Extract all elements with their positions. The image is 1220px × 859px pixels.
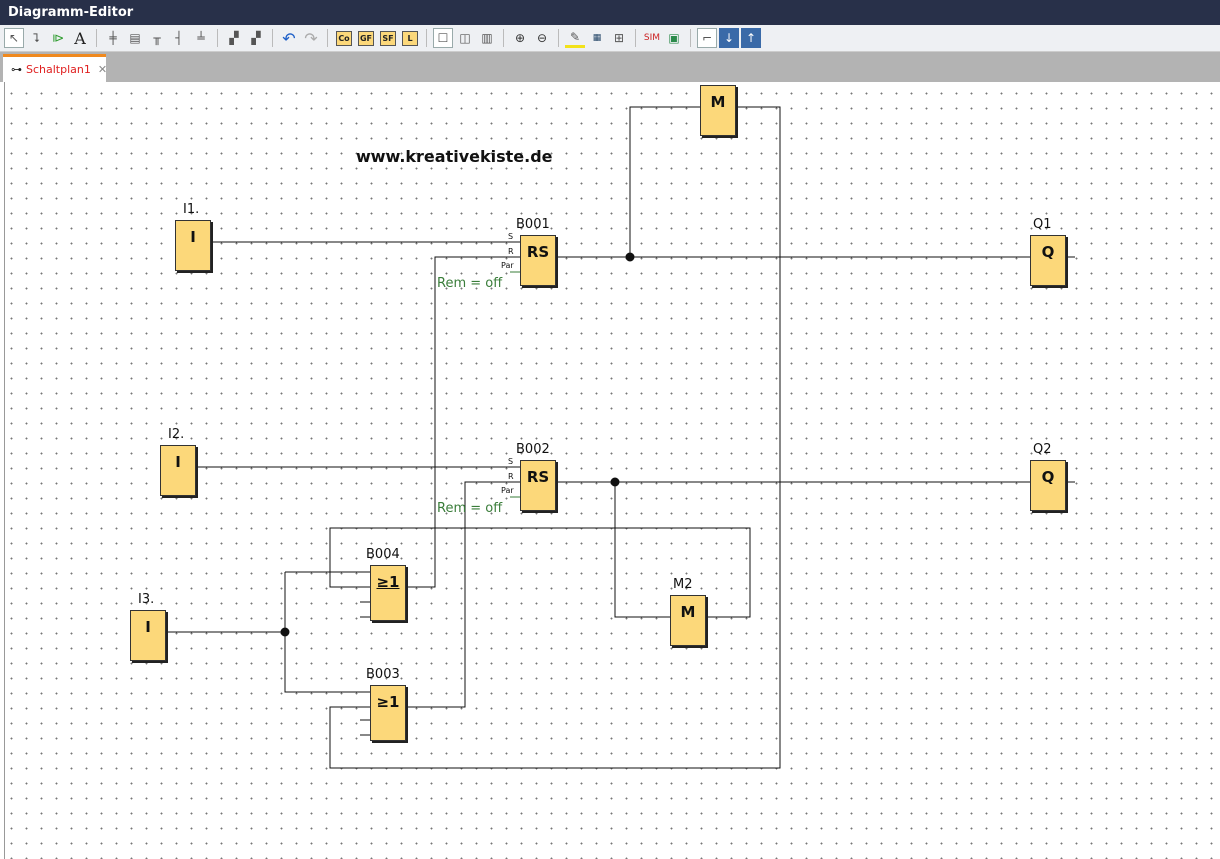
block-label: B002 bbox=[516, 442, 550, 457]
output-label: Q2 bbox=[1033, 442, 1052, 457]
divider bbox=[327, 29, 328, 47]
triple-view-icon[interactable]: ▥ bbox=[477, 28, 497, 48]
input-label: I3. bbox=[138, 592, 155, 607]
parameter-icon[interactable]: ⊞ bbox=[609, 28, 629, 48]
input-label: I2. bbox=[168, 427, 185, 442]
gf-block-button[interactable]: GF bbox=[356, 28, 376, 48]
marker-block-m[interactable]: M bbox=[700, 85, 736, 136]
connector-icon[interactable]: ⧐ bbox=[48, 28, 68, 48]
divider bbox=[558, 29, 559, 47]
divider bbox=[426, 29, 427, 47]
window-title: Diagramm-Editor bbox=[0, 0, 1220, 25]
pin-label: Par bbox=[501, 261, 514, 270]
tab-label: Schaltplan1 bbox=[26, 63, 91, 76]
sf-label: SF bbox=[380, 30, 396, 46]
pin-label: R bbox=[508, 472, 514, 481]
block-label: B003 bbox=[366, 667, 400, 682]
align-vcenter-icon[interactable]: ╧ bbox=[191, 28, 211, 48]
output-block-q1[interactable]: Q bbox=[1030, 235, 1066, 286]
split-view-icon[interactable]: ◫ bbox=[455, 28, 475, 48]
rs-block-b002[interactable]: RS bbox=[520, 460, 556, 511]
co-label: Co bbox=[336, 30, 352, 46]
divider bbox=[217, 29, 218, 47]
online-test-icon[interactable]: ▣ bbox=[664, 28, 684, 48]
numbering-icon[interactable]: ▦ bbox=[587, 28, 607, 48]
highlight-icon[interactable]: ✎ bbox=[565, 28, 585, 48]
zoom-out-icon[interactable]: ⊖ bbox=[532, 28, 552, 48]
tab-bar: ⊶ Schaltplan1 ✕ bbox=[0, 52, 1220, 82]
input-block-i3[interactable]: I bbox=[130, 610, 166, 661]
tab-schaltplan1[interactable]: ⊶ Schaltplan1 ✕ bbox=[3, 54, 107, 82]
send-back-icon[interactable]: ▞ bbox=[246, 28, 266, 48]
align-right-icon[interactable]: ▤ bbox=[125, 28, 145, 48]
close-icon[interactable]: ✕ bbox=[98, 63, 107, 76]
simulation-icon[interactable]: SIM bbox=[642, 28, 662, 48]
divider bbox=[690, 29, 691, 47]
divider bbox=[503, 29, 504, 47]
gf-label: GF bbox=[358, 30, 374, 46]
rs-block-b001[interactable]: RS bbox=[520, 235, 556, 286]
connect-icon[interactable]: ⮧ bbox=[26, 28, 46, 48]
pin-label: Par bbox=[501, 486, 514, 495]
single-view-icon[interactable]: ☐ bbox=[433, 28, 453, 48]
or-block-b003[interactable]: ≥1 bbox=[370, 685, 406, 741]
pin-label: S bbox=[508, 457, 514, 466]
diagram-icon: ⊶ bbox=[11, 63, 22, 76]
param-text: Rem = off bbox=[437, 501, 503, 516]
input-block-i1[interactable]: I bbox=[175, 220, 211, 271]
watermark-text: www.kreativekiste.de bbox=[356, 147, 553, 166]
input-label: I1. bbox=[183, 202, 200, 217]
download-icon[interactable]: ↓ bbox=[719, 28, 739, 48]
l-block-button[interactable]: L bbox=[400, 28, 420, 48]
output-block-q2[interactable]: Q bbox=[1030, 460, 1066, 511]
l-label: L bbox=[402, 30, 418, 46]
output-label: Q1 bbox=[1033, 217, 1052, 232]
co-block-button[interactable]: Co bbox=[334, 28, 354, 48]
block-label: B004 bbox=[366, 547, 400, 562]
align-top-icon[interactable]: ╥ bbox=[147, 28, 167, 48]
param-text: Rem = off bbox=[437, 276, 503, 291]
route-icon[interactable]: ⌐ bbox=[697, 28, 717, 48]
redo-icon[interactable]: ↷ bbox=[301, 28, 321, 48]
undo-icon[interactable]: ↶ bbox=[279, 28, 299, 48]
sf-block-button[interactable]: SF bbox=[378, 28, 398, 48]
input-block-i2[interactable]: I bbox=[160, 445, 196, 496]
pin-label: S bbox=[508, 232, 514, 241]
bring-front-icon[interactable]: ▞ bbox=[224, 28, 244, 48]
text-icon[interactable]: A bbox=[70, 28, 90, 48]
divider bbox=[635, 29, 636, 47]
pin-label: R bbox=[508, 247, 514, 256]
select-icon[interactable]: ↖ bbox=[4, 28, 24, 48]
align-hcenter-icon[interactable]: ┤ bbox=[169, 28, 189, 48]
zoom-in-icon[interactable]: ⊕ bbox=[510, 28, 530, 48]
marker-block-m2[interactable]: M bbox=[670, 595, 706, 646]
or-block-b004[interactable]: ≥1 bbox=[370, 565, 406, 621]
divider bbox=[272, 29, 273, 47]
align-left-icon[interactable]: ╪ bbox=[103, 28, 123, 48]
upload-icon[interactable]: ↑ bbox=[741, 28, 761, 48]
toolbar: ↖ ⮧ ⧐ A ╪ ▤ ╥ ┤ ╧ ▞ ▞ ↶ ↷ Co GF SF L ☐ ◫… bbox=[0, 25, 1220, 52]
marker-label: M2 bbox=[673, 577, 693, 592]
block-label: B001 bbox=[516, 217, 550, 232]
divider bbox=[96, 29, 97, 47]
